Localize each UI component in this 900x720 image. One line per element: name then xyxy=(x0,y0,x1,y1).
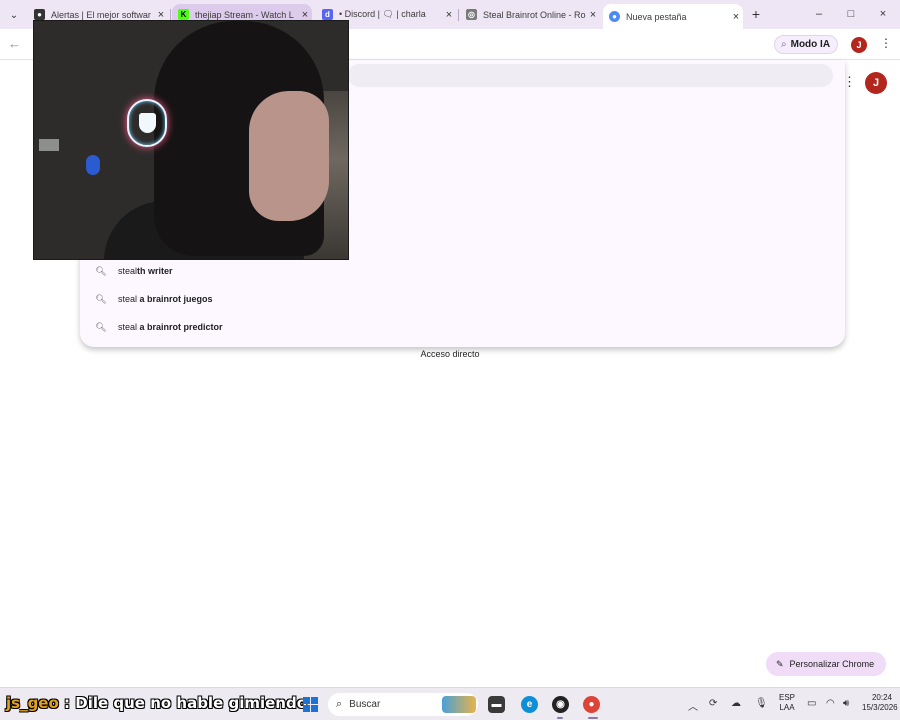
close-icon[interactable]: × xyxy=(729,11,743,23)
chat-text: Dile que no hable gimiendo xyxy=(75,694,308,712)
tab-title: Alertas | El mejor softwar xyxy=(51,9,151,20)
kick-icon: K xyxy=(178,9,189,20)
taskbar-search-placeholder: Buscar xyxy=(349,699,381,710)
close-window-button[interactable]: × xyxy=(873,5,893,23)
search-highlight-icon xyxy=(442,696,476,713)
close-icon[interactable]: × xyxy=(442,9,456,21)
tab-steal-brainrot[interactable]: ◎ Steal Brainrot Online - Ro × xyxy=(460,4,600,25)
file-explorer-icon[interactable]: ▬ xyxy=(488,696,505,713)
tab-new-tab[interactable]: ● Nueva pestaña × xyxy=(603,4,743,29)
active-indicator xyxy=(588,717,598,719)
cloud-icon[interactable]: ☁ xyxy=(731,698,741,709)
suggestion-item[interactable]: 🔍︎ steal a brainrot predictor xyxy=(80,313,845,341)
tab-title: Nueva pestaña xyxy=(626,11,687,22)
browser-menu-icon[interactable]: ⋮ xyxy=(880,36,892,50)
profile-avatar[interactable]: J xyxy=(851,37,867,53)
chat-separator: : xyxy=(58,694,76,712)
chevron-up-icon[interactable]: ︿ xyxy=(688,698,698,713)
minimize-button[interactable]: – xyxy=(809,5,829,23)
suggestion-typed: steal xyxy=(118,266,138,276)
chrome-icon[interactable]: ● xyxy=(583,696,600,713)
search-icon: ⌕ xyxy=(336,698,343,710)
sync-icon[interactable]: ⟳ xyxy=(709,698,717,709)
pencil-icon: ✎ xyxy=(776,658,784,669)
close-icon[interactable]: × xyxy=(586,9,600,21)
taskbar-search[interactable]: ⌕ Buscar xyxy=(328,693,478,716)
shortcut-label[interactable]: Acceso directo xyxy=(400,349,500,359)
language-indicator[interactable]: ESP LAA xyxy=(779,693,795,713)
language-code: ESP xyxy=(779,693,796,702)
suggestion-item[interactable]: 🔍︎ steal a brainrot juegos xyxy=(80,285,845,313)
webcam-lamp xyxy=(39,139,59,151)
clock-time: 20:24 xyxy=(871,693,892,702)
system-clock[interactable]: 20:24 15/3/2026 xyxy=(862,693,898,713)
back-button[interactable]: ← xyxy=(8,36,21,51)
search-icon: 🔍︎ xyxy=(95,321,107,332)
suggestion-typed: steal xyxy=(118,294,140,304)
search-icon: 🔍︎ xyxy=(95,265,107,276)
ai-mode-label: Modo IA xyxy=(790,39,831,50)
tab-title: • Discord | 🗨 | charla xyxy=(339,9,426,19)
page-menu-icon[interactable]: ⋮ xyxy=(843,74,856,90)
stream-chat-message: js_geo : Dile que no hable gimiendo xyxy=(6,694,307,712)
chevron-down-icon: ⌄ xyxy=(9,9,19,21)
webcam-face xyxy=(249,91,329,221)
tab-search-button[interactable]: ⌄ xyxy=(4,5,24,25)
wifi-icon[interactable]: ◠ xyxy=(826,698,835,709)
discord-icon: d xyxy=(322,9,333,20)
microphone-icon[interactable]: 🎙︎ xyxy=(755,698,768,709)
chat-username: js_geo xyxy=(6,694,59,712)
clock-date: 15/3/2026 xyxy=(862,703,898,712)
display-icon[interactable]: ▭ xyxy=(807,698,816,709)
tab-title: Steal Brainrot Online - Ro xyxy=(483,9,586,20)
keyboard-layout: LAA xyxy=(779,703,795,712)
windows-start-icon[interactable] xyxy=(303,697,318,712)
suggestion-completion: th writer xyxy=(137,266,173,276)
obs-icon[interactable]: ◉ xyxy=(552,696,569,713)
close-icon[interactable]: × xyxy=(154,9,168,21)
close-icon[interactable]: × xyxy=(298,9,312,21)
customize-label: Personalizar Chrome xyxy=(789,659,875,669)
new-tab-button[interactable]: + xyxy=(748,6,764,22)
webcam-overlay xyxy=(33,20,349,260)
volume-icon[interactable]: 🔊︎ xyxy=(843,698,849,709)
running-indicator xyxy=(557,717,563,719)
ai-search-icon: ⌕ xyxy=(781,39,787,50)
globe-icon: ◎ xyxy=(466,9,477,20)
windows-taskbar: js_geo : Dile que no hable gimiendo ⌕ Bu… xyxy=(0,687,900,720)
obs-icon: ● xyxy=(34,9,45,20)
chrome-icon: ● xyxy=(609,11,620,22)
suggestion-item[interactable]: 🔍︎ steal th writer xyxy=(80,257,845,285)
suggestion-typed: steal xyxy=(118,322,140,332)
maximize-button[interactable]: □ xyxy=(841,5,861,23)
account-avatar[interactable]: J xyxy=(865,72,887,94)
shield-icon xyxy=(127,99,167,147)
suggestion-completion: a brainrot juegos xyxy=(139,294,213,304)
ai-mode-button[interactable]: ⌕ Modo IA xyxy=(774,35,839,54)
edge-icon[interactable]: e xyxy=(521,696,538,713)
search-icon: 🔍︎ xyxy=(95,293,107,304)
webcam-blue-object xyxy=(86,155,100,175)
suggestion-completion: a brainrot predictor xyxy=(139,322,223,332)
tab-title: thejiap Stream - Watch L xyxy=(195,9,294,20)
tab-separator xyxy=(458,9,459,21)
omnibox-input[interactable] xyxy=(348,64,833,87)
customize-chrome-button[interactable]: ✎ Personalizar Chrome xyxy=(766,652,887,676)
